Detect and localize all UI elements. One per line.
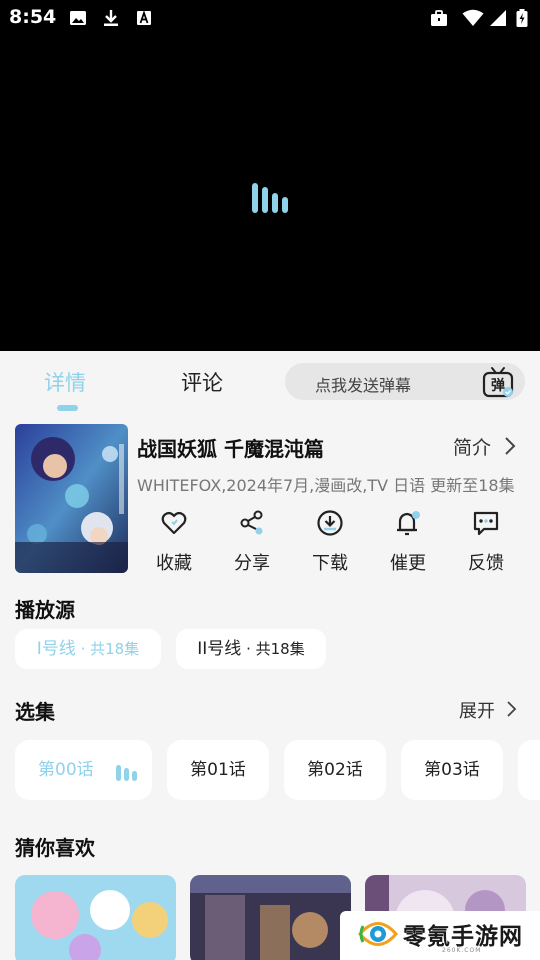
- download-icon: [317, 510, 343, 536]
- favorite-button[interactable]: 收藏: [144, 509, 204, 575]
- download-button[interactable]: 下载: [300, 509, 360, 575]
- favorite-label: 收藏: [156, 553, 192, 574]
- danmaku-input[interactable]: 点我发送弹幕 弹: [285, 363, 525, 400]
- feedback-icon: [473, 511, 499, 536]
- wifi-icon: [462, 9, 484, 26]
- status-time: 8:54: [9, 6, 57, 28]
- chevron-right-icon[interactable]: [505, 700, 517, 718]
- work-profile-icon: [431, 10, 447, 26]
- source-heading: 播放源: [15, 598, 75, 622]
- chevron-right-icon[interactable]: [503, 436, 517, 456]
- signal-icon: [490, 10, 506, 26]
- watermark-logo-icon: [358, 922, 398, 946]
- recommend-card-image[interactable]: [15, 875, 176, 960]
- anime-cover-image[interactable]: [15, 424, 128, 573]
- watermark-domain: 260K.COM: [442, 947, 482, 954]
- font-app-icon: [137, 10, 151, 25]
- anime-title: 战国妖狐 千魔混沌篇: [137, 437, 324, 461]
- status-bar: 8:54: [0, 0, 540, 36]
- episode-item[interactable]: 第02话: [284, 740, 386, 800]
- bell-icon: [397, 511, 420, 536]
- tab-comments[interactable]: 评论: [181, 367, 223, 397]
- download-label: 下载: [312, 553, 348, 574]
- anime-meta: WHITEFOX,2024年7月,漫画改,TV 日语 更新至18集: [137, 476, 515, 495]
- battery-icon: [516, 9, 528, 27]
- danmaku-toggle-icon[interactable]: 弹: [481, 365, 515, 399]
- svg-text:弹: 弹: [491, 377, 505, 394]
- detail-panel: 详情 评论 点我发送弹幕 弹 战国妖狐 千魔混沌篇 简介 WHITEFOX,20…: [0, 351, 540, 960]
- episode-item[interactable]: 第03话: [401, 740, 503, 800]
- video-player[interactable]: 8:54: [0, 0, 540, 351]
- gallery-icon: [70, 11, 86, 25]
- expand-episodes-link[interactable]: 展开: [459, 697, 495, 723]
- request-update-button[interactable]: 催更: [378, 509, 438, 575]
- feedback-label: 反馈: [468, 553, 504, 574]
- source-line-2[interactable]: II号线 · 共18集: [176, 629, 326, 669]
- episode-heading: 选集: [15, 700, 55, 724]
- watermark-name: 零氪手游网: [403, 924, 523, 950]
- active-tab-indicator: [57, 405, 78, 411]
- heart-icon: [161, 511, 187, 535]
- loading-indicator-icon: [252, 183, 288, 213]
- episode-item[interactable]: 第01话: [167, 740, 269, 800]
- request-update-label: 催更: [390, 553, 426, 574]
- playing-indicator-icon: [116, 765, 137, 781]
- source-line-1[interactable]: I号线 · 共18集: [15, 629, 161, 669]
- watermark-banner: 零氪手游网 260K.COM: [340, 911, 540, 960]
- download-status-icon: [104, 10, 118, 26]
- episode-item-partial[interactable]: [518, 740, 540, 800]
- tab-details[interactable]: 详情: [44, 367, 86, 397]
- intro-link[interactable]: 简介: [453, 433, 491, 460]
- danmaku-placeholder: 点我发送弹幕: [315, 376, 412, 395]
- recommend-card-image[interactable]: [190, 875, 351, 960]
- feedback-button[interactable]: 反馈: [456, 509, 516, 575]
- share-button[interactable]: 分享: [222, 509, 282, 575]
- share-icon: [240, 510, 263, 535]
- share-label: 分享: [234, 553, 270, 574]
- recommend-heading: 猜你喜欢: [15, 836, 95, 860]
- episode-item[interactable]: 第00话: [15, 740, 152, 800]
